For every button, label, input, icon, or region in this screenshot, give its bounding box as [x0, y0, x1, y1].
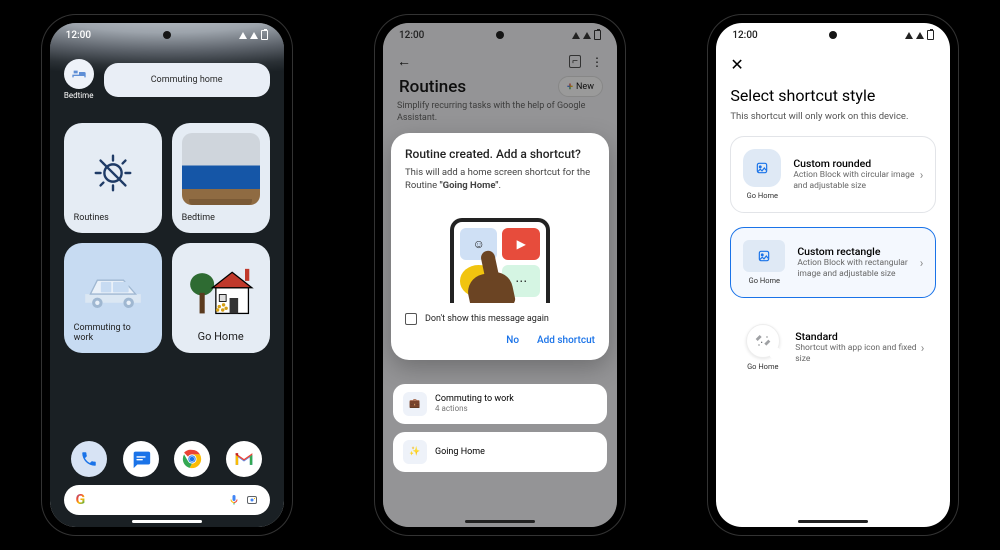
rounded-preview-icon	[743, 149, 781, 187]
search-bar[interactable]: G	[64, 485, 270, 515]
status-time: 12:00	[399, 30, 424, 41]
preview-label: Go Home	[747, 191, 778, 200]
rectangle-preview-icon	[743, 240, 785, 272]
add-shortcut-dialog: Routine created. Add a shortcut? This wi…	[391, 133, 609, 360]
dialog-illustration: ☺ ▶ ⋯	[430, 203, 570, 303]
standard-preview-icon: G	[746, 324, 780, 358]
routine-row[interactable]: 💼 Commuting to work 4 actions	[393, 384, 607, 424]
dialog-text: This will add a home screen shortcut for…	[405, 167, 595, 193]
dialog-routine-name: "Going Home"	[440, 180, 499, 191]
preview-label: Go Home	[749, 276, 780, 285]
go-home-icon	[182, 253, 260, 330]
option-desc: Shortcut with app icon and fixed size	[795, 343, 924, 365]
page-subtitle: This shortcut will only work on this dev…	[716, 111, 950, 136]
dont-show-checkbox[interactable]: Don't show this message again	[405, 313, 595, 325]
routine-row[interactable]: ✨ Going Home	[393, 432, 607, 472]
tile-routines[interactable]: Routines	[64, 123, 162, 233]
modal-overlay: Routine created. Add a shortcut? This wi…	[383, 23, 617, 527]
tile-routines-label: Routines	[74, 213, 152, 223]
status-time: 12:00	[66, 30, 91, 41]
messages-app-icon[interactable]	[123, 441, 159, 477]
car-icon	[74, 253, 152, 323]
bedtime-shortcut-label: Bedtime	[64, 91, 94, 100]
page-title: Select shortcut style	[716, 76, 950, 111]
battery-icon	[594, 30, 601, 40]
nav-handle[interactable]	[132, 520, 202, 523]
mic-icon[interactable]	[228, 491, 240, 510]
dont-show-label: Don't show this message again	[425, 314, 549, 324]
signal-icon	[239, 32, 247, 39]
option-title: Standard	[795, 330, 924, 343]
battery-icon	[927, 30, 934, 40]
signal-icon	[250, 32, 258, 39]
routine-row-title: Going Home	[435, 447, 485, 457]
dock	[64, 441, 270, 477]
status-bar: 12:00	[716, 23, 950, 47]
signal-icon	[583, 32, 591, 39]
tile-bedtime[interactable]: Bedtime	[172, 123, 270, 233]
phone-app-icon[interactable]	[71, 441, 107, 477]
bedtime-shortcut[interactable]: Bedtime	[64, 59, 94, 100]
signal-icon	[905, 32, 913, 39]
signal-icon	[916, 32, 924, 39]
option-standard[interactable]: G Go Home Standard Shortcut with app ico…	[730, 312, 936, 383]
commuting-home-widget[interactable]: Commuting home	[104, 63, 270, 97]
signal-icon	[572, 32, 580, 39]
tile-commuting-to-work[interactable]: Commuting to work	[64, 243, 162, 353]
bed-icon	[64, 59, 94, 89]
status-icons	[905, 30, 934, 40]
phone-dialog-screen: 12:00 ← ⌐ ⋮ Routines + New S	[375, 15, 625, 535]
google-g-icon: G	[76, 492, 86, 508]
nav-handle[interactable]	[465, 520, 535, 523]
option-title: Custom rectangle	[797, 245, 923, 258]
option-custom-rectangle[interactable]: Go Home Custom rectangle Action Block wi…	[730, 227, 936, 298]
status-time: 12:00	[732, 30, 757, 41]
close-button[interactable]: ✕	[716, 53, 950, 76]
chevron-right-icon: ›	[920, 256, 924, 270]
status-bar: 12:00	[383, 23, 617, 47]
tile-commuting-to-work-label: Commuting to work	[74, 323, 152, 343]
phone-shortcut-style-screen: 12:00 ✕ Select shortcut style This short…	[708, 15, 958, 535]
routines-icon	[90, 150, 136, 196]
tile-bedtime-label: Bedtime	[182, 213, 260, 223]
commuting-home-label: Commuting home	[151, 75, 223, 85]
wand-icon: ✨	[403, 440, 427, 464]
dialog-no-button[interactable]: No	[506, 335, 519, 346]
option-desc: Action Block with circular image and adj…	[793, 170, 923, 192]
option-desc: Action Block with rectangular image and …	[797, 258, 923, 280]
chevron-right-icon: ›	[920, 168, 924, 182]
background-routine-list: 💼 Commuting to work 4 actions ✨ Going Ho…	[383, 360, 617, 480]
bedtime-image	[182, 133, 260, 205]
preview-label: Go Home	[747, 362, 778, 371]
chrome-app-icon[interactable]	[174, 441, 210, 477]
tile-go-home-label: Go Home	[182, 330, 260, 343]
status-icons	[239, 30, 268, 40]
dialog-title: Routine created. Add a shortcut?	[405, 147, 595, 161]
routine-row-sub: 4 actions	[435, 404, 514, 413]
gmail-app-icon[interactable]	[226, 441, 262, 477]
checkbox-icon	[405, 313, 417, 325]
routine-row-title: Commuting to work	[435, 394, 514, 404]
option-custom-rounded[interactable]: Go Home Custom rounded Action Block with…	[730, 136, 936, 213]
nav-handle[interactable]	[798, 520, 868, 523]
option-title: Custom rounded	[793, 157, 923, 170]
phone-home-screen: 12:00 Bedtime Commuting home	[42, 15, 292, 535]
chevron-right-icon: ›	[921, 341, 925, 355]
dialog-add-shortcut-button[interactable]: Add shortcut	[537, 335, 595, 346]
status-bar: 12:00	[50, 23, 284, 47]
tile-go-home[interactable]: Go Home	[172, 243, 270, 353]
lens-icon[interactable]	[246, 491, 258, 510]
status-icons	[572, 30, 601, 40]
briefcase-icon: 💼	[403, 392, 427, 416]
battery-icon	[261, 30, 268, 40]
